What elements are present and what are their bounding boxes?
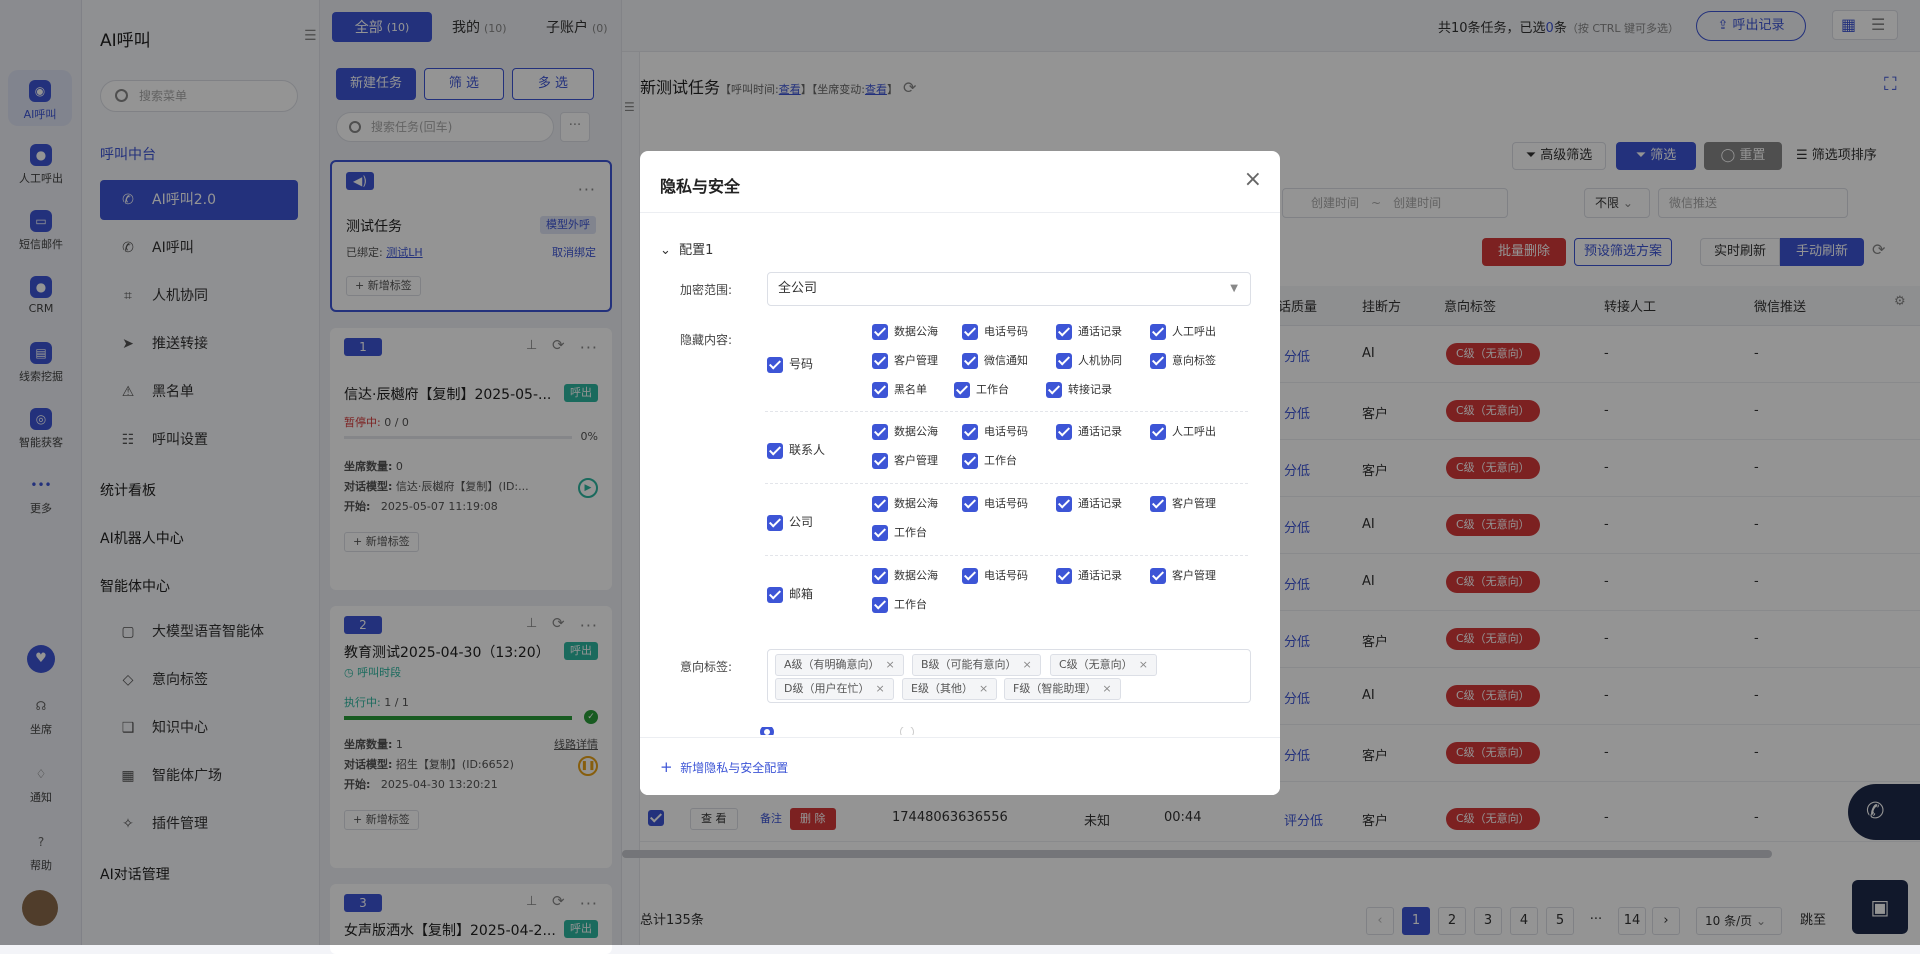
radio-selected[interactable] bbox=[760, 727, 774, 735]
hide-option[interactable]: 工作台 bbox=[954, 381, 1009, 398]
option-checkbox[interactable] bbox=[1150, 324, 1166, 340]
option-checkbox[interactable] bbox=[1056, 496, 1072, 512]
remove-icon[interactable]: × bbox=[886, 658, 895, 671]
hide-option[interactable]: 通话记录 bbox=[1056, 567, 1122, 584]
option-checkbox[interactable] bbox=[872, 496, 888, 512]
option-checkbox[interactable] bbox=[872, 424, 888, 440]
hide-option[interactable]: 数据公海 bbox=[872, 567, 938, 584]
hide-option[interactable]: 电话号码 bbox=[962, 323, 1028, 340]
intent-chip[interactable]: A级（有明确意向） × bbox=[775, 654, 904, 676]
option-checkbox[interactable] bbox=[872, 597, 888, 613]
hide-option[interactable]: 人工呼出 bbox=[1150, 323, 1216, 340]
option-checkbox[interactable] bbox=[962, 324, 978, 340]
radio-option[interactable] bbox=[900, 727, 914, 735]
option-checkbox[interactable] bbox=[962, 496, 978, 512]
hide-group-0[interactable]: 号码 bbox=[767, 355, 813, 373]
remove-icon[interactable]: × bbox=[979, 682, 988, 695]
option-checkbox[interactable] bbox=[1150, 353, 1166, 369]
intent-chip[interactable]: E级（其他） × bbox=[902, 678, 998, 700]
hide-option[interactable]: 数据公海 bbox=[872, 323, 938, 340]
hide-option[interactable]: 电话号码 bbox=[962, 495, 1028, 512]
option-checkbox[interactable] bbox=[962, 424, 978, 440]
encrypt-scope-select[interactable]: 全公司 ▼ bbox=[767, 272, 1251, 306]
dialog-title: 隐私与安全 bbox=[660, 177, 741, 196]
option-checkbox[interactable] bbox=[872, 324, 888, 340]
hide-group-2[interactable]: 公司 bbox=[767, 513, 813, 531]
hide-option[interactable]: 黑名单 bbox=[872, 381, 927, 398]
option-checkbox[interactable] bbox=[1056, 568, 1072, 584]
group-checkbox[interactable] bbox=[767, 356, 783, 373]
remove-icon[interactable]: × bbox=[1102, 682, 1111, 695]
remove-icon[interactable]: × bbox=[875, 682, 884, 695]
close-icon[interactable]: × bbox=[1244, 167, 1262, 192]
group-checkbox[interactable] bbox=[767, 442, 783, 459]
option-checkbox[interactable] bbox=[1056, 424, 1072, 440]
hide-option[interactable]: 工作台 bbox=[962, 452, 1017, 469]
caret-down-icon: ▼ bbox=[1230, 283, 1238, 294]
hide-option[interactable]: 工作台 bbox=[872, 524, 927, 541]
hide-option[interactable]: 通话记录 bbox=[1056, 423, 1122, 440]
option-checkbox[interactable] bbox=[1056, 324, 1072, 340]
hide-option[interactable]: 通话记录 bbox=[1056, 495, 1122, 512]
group-checkbox[interactable] bbox=[767, 586, 783, 603]
intent-chip[interactable]: F级（智能助理） × bbox=[1004, 678, 1121, 700]
privacy-security-dialog: 隐私与安全 × ⌄ 配置1 加密范围: 全公司 ▼ 隐藏内容: 号码 数据公海 电话号… bbox=[640, 151, 1280, 795]
hide-option[interactable]: 客户管理 bbox=[1150, 495, 1216, 512]
config-collapse[interactable]: ⌄ 配置1 bbox=[660, 239, 713, 258]
option-checkbox[interactable] bbox=[962, 453, 978, 469]
hide-group-3[interactable]: 邮箱 bbox=[767, 585, 813, 603]
option-checkbox[interactable] bbox=[962, 353, 978, 369]
option-checkbox[interactable] bbox=[1150, 568, 1166, 584]
hide-option[interactable]: 人工呼出 bbox=[1150, 423, 1216, 440]
remove-icon[interactable]: × bbox=[1023, 658, 1032, 671]
option-checkbox[interactable] bbox=[1150, 496, 1166, 512]
hide-option[interactable]: 通话记录 bbox=[1056, 323, 1122, 340]
hide-option[interactable]: 电话号码 bbox=[962, 423, 1028, 440]
option-checkbox[interactable] bbox=[1056, 353, 1072, 369]
hide-option[interactable]: 意向标签 bbox=[1150, 352, 1216, 369]
hide-option[interactable]: 客户管理 bbox=[872, 352, 938, 369]
option-checkbox[interactable] bbox=[1046, 382, 1062, 398]
chevron-down-icon: ⌄ bbox=[660, 243, 671, 258]
hide-option[interactable]: 工作台 bbox=[872, 596, 927, 613]
option-checkbox[interactable] bbox=[954, 382, 970, 398]
hide-option[interactable]: 客户管理 bbox=[872, 452, 938, 469]
plus-icon: + bbox=[660, 758, 673, 776]
hide-group-1[interactable]: 联系人 bbox=[767, 441, 825, 459]
hide-option[interactable]: 数据公海 bbox=[872, 423, 938, 440]
hide-option[interactable]: 电话号码 bbox=[962, 567, 1028, 584]
option-checkbox[interactable] bbox=[872, 453, 888, 469]
option-checkbox[interactable] bbox=[1150, 424, 1166, 440]
hide-option[interactable]: 客户管理 bbox=[1150, 567, 1216, 584]
option-checkbox[interactable] bbox=[962, 568, 978, 584]
group-checkbox[interactable] bbox=[767, 514, 783, 531]
add-config-button[interactable]: + 新增隐私与安全配置 bbox=[660, 758, 788, 776]
option-checkbox[interactable] bbox=[872, 353, 888, 369]
hide-option[interactable]: 转接记录 bbox=[1046, 381, 1112, 398]
remove-icon[interactable]: × bbox=[1139, 658, 1148, 671]
intent-chip[interactable]: C级（无意向） × bbox=[1050, 654, 1157, 676]
hide-option[interactable]: 人机协同 bbox=[1056, 352, 1122, 369]
intent-chip[interactable]: D级（用户在忙） × bbox=[775, 678, 894, 700]
option-checkbox[interactable] bbox=[872, 525, 888, 541]
intent-chip[interactable]: B级（可能有意向） × bbox=[912, 654, 1041, 676]
hide-option[interactable]: 微信通知 bbox=[962, 352, 1028, 369]
option-checkbox[interactable] bbox=[872, 568, 888, 584]
hide-option[interactable]: 数据公海 bbox=[872, 495, 938, 512]
option-checkbox[interactable] bbox=[872, 382, 888, 398]
